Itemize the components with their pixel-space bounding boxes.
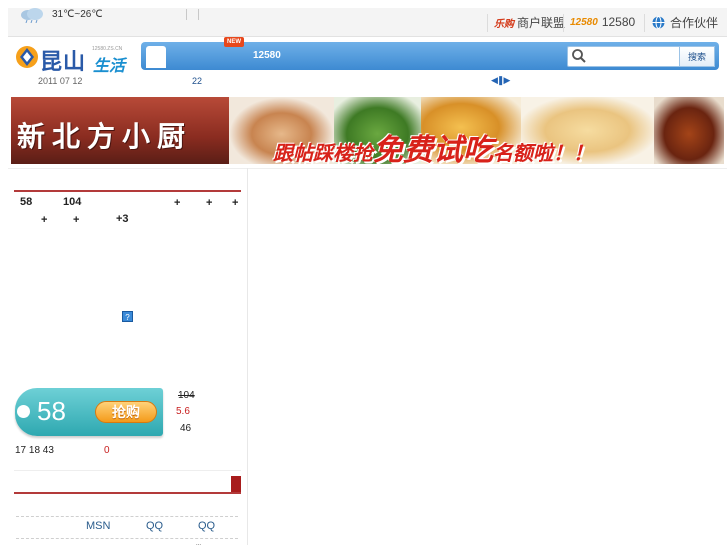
merchant-logo-icon: 乐购 [494,18,514,30]
plus-icon: + [41,214,48,226]
12580-label: 12580 [601,15,636,29]
saved-amount: 46 [180,423,192,434]
cloud-rain-icon [21,8,43,23]
logo-subtitle[interactable]: 生活 [93,52,125,76]
countdown-timer: 17 18 43 [15,445,54,456]
share-qq-zone-link[interactable]: QQ [198,520,215,532]
merchant-alliance-link[interactable]: 乐购 商户联盟 [494,8,565,36]
restaurant-sign-image: 新北方小厨 [11,97,229,164]
deal-header-bar [14,190,241,192]
12580-logo-icon: 12580 [570,16,598,28]
share-msn-link[interactable]: MSN [86,520,110,532]
promo-banner[interactable]: 新北方小厨 跟帖踩楼抢免费试吃名额啦！！ [11,97,724,164]
banner-slogan-part-3: 名额啦！！ [493,143,593,164]
divider [14,470,241,471]
help-icon[interactable]: ? [122,311,133,322]
divider [644,14,645,32]
logo-title[interactable]: 昆山 [40,44,86,76]
tag-price: 58 [37,396,66,426]
column-divider [247,168,248,545]
new-badge: NEW [224,37,244,47]
12580-link[interactable]: 12580 12580 [570,8,635,36]
divider [8,168,727,169]
section-tab-marker [231,476,241,492]
current-date: 2011 07 12 [38,76,83,86]
plus-icon: + [206,197,213,209]
date-extra: 22 [192,76,203,86]
deal-price: 58 [20,196,33,208]
divider [487,14,488,32]
original-price: 104 [178,390,195,401]
temperature: 31℃~26℃ [52,9,103,20]
divider [198,9,199,20]
section-header-bar [14,492,241,494]
bought-count: 0 [104,445,110,456]
pager-arrows-icon[interactable]: ◀❚▶ [491,75,510,86]
divider [563,14,564,32]
partners-link[interactable]: 合作伙伴 [652,8,718,36]
banner-slogan: 跟帖踩楼抢免费试吃名额啦！！ [273,125,593,164]
plus-icon: + [174,197,181,209]
banner-slogan-part-2: 免费试吃 [373,134,493,164]
dashed-divider [16,538,238,539]
divider [186,9,187,20]
deal-plus-three: +3 [116,213,129,225]
plus-icon: + [232,197,239,209]
nav-tab-12580[interactable]: 12580 [253,50,281,61]
tag-hole-icon [17,405,30,418]
search-button[interactable]: 搜索 [679,46,715,67]
plus-icon: + [73,214,80,226]
more-text: ... [196,541,202,547]
search-input[interactable] [591,48,675,63]
search-icon [572,49,586,63]
restaurant-sign-text: 新北方小厨 [17,120,193,153]
dashed-divider [16,516,238,517]
merchant-alliance-label: 商户联盟 [517,15,566,30]
nav-tab-home[interactable] [146,46,166,68]
share-qq-link[interactable]: QQ [146,520,163,532]
partner-globe-icon [652,15,665,29]
discount-value: 5.6 [176,406,190,417]
banner-slogan-part-1: 跟帖踩楼抢 [273,143,373,164]
partners-label: 合作伙伴 [670,15,719,30]
buy-button[interactable]: 抢购 [95,401,157,423]
dish-photo [654,97,724,164]
deal-original-value: 104 [63,196,82,208]
